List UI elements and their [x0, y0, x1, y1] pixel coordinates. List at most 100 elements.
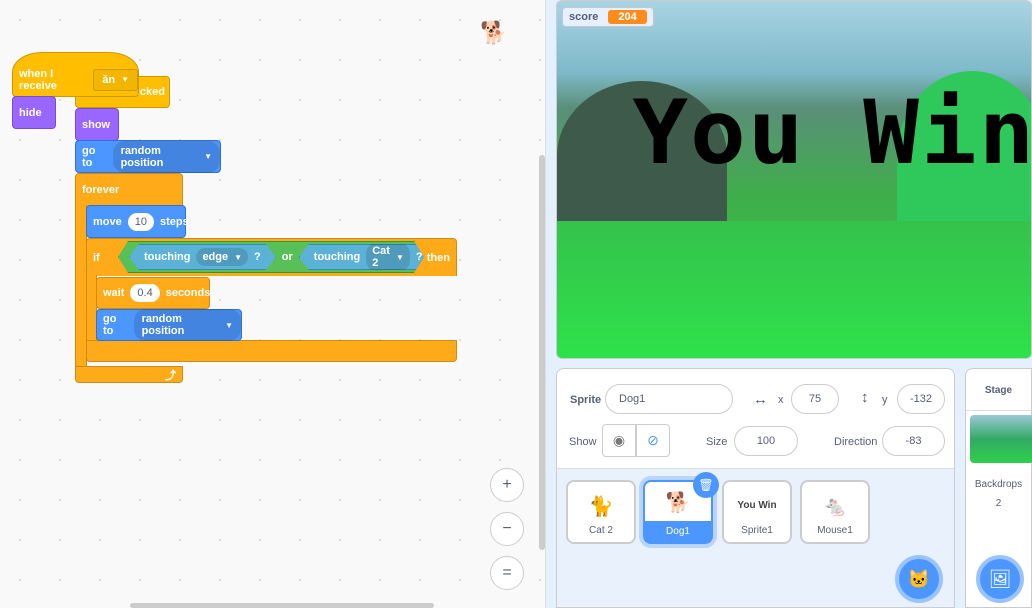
touching-edge-block[interactable]: touching edge ▼?: [129, 244, 276, 270]
sprite-label: Sprite: [570, 394, 602, 406]
loop-arrow-icon: ⤴: [165, 369, 176, 382]
touching-dropdown[interactable]: Cat 2 ▼: [366, 242, 410, 272]
touching-cat-block[interactable]: touching Cat 2 ▼?: [299, 244, 438, 270]
sprite-tile-dog1[interactable]: 🐕 Dog1 🗑: [643, 472, 719, 544]
touching-dropdown[interactable]: edge ▼: [196, 248, 248, 266]
y-arrows-icon: ↕: [861, 389, 869, 406]
dropdown-value: Cat 2: [372, 245, 390, 269]
go-to-dropdown[interactable]: random position ▼: [133, 309, 241, 341]
backdrops-count: 2: [995, 498, 1002, 509]
zoom-in-icon: +: [502, 476, 512, 493]
x-arrows-icon: ↔: [753, 391, 768, 408]
x-label: x: [778, 394, 784, 406]
field-value: -132: [909, 393, 933, 405]
if-bottom: [86, 340, 457, 362]
go-to-block[interactable]: go to random position ▼: [96, 309, 242, 341]
wait-block[interactable]: wait 0.4 seconds: [96, 277, 210, 309]
field-value: 75: [808, 393, 822, 405]
stage-pane[interactable]: Stage Backdrops 2 🖼: [965, 368, 1032, 608]
sprite-tile-name: Mouse1: [817, 525, 853, 536]
choose-backdrop-button[interactable]: 🖼: [976, 555, 1024, 603]
show-visible-button[interactable]: ◉: [602, 424, 636, 457]
dropdown-arrow-icon: ▼: [204, 152, 212, 161]
size-input[interactable]: 100: [734, 426, 798, 456]
block-label: steps: [160, 215, 189, 228]
dropdown-value: ǎn: [102, 73, 116, 86]
eye-icon: ◉: [612, 432, 626, 448]
y-input[interactable]: -132: [897, 384, 945, 414]
zoom-out-icon: −: [502, 520, 512, 537]
zoom-in-button[interactable]: +: [490, 468, 524, 502]
choose-sprite-button[interactable]: 🐱: [895, 555, 943, 603]
dog-thumbnail-icon: 🐕: [665, 492, 691, 514]
sprite-tile-name: Sprite1: [741, 525, 773, 536]
block-label: or: [281, 251, 293, 263]
score-monitor[interactable]: score 204: [562, 7, 654, 27]
message-dropdown[interactable]: ǎn ▼: [93, 68, 138, 91]
show-block[interactable]: show: [75, 108, 119, 141]
vertical-scrollbar[interactable]: [539, 155, 545, 550]
block-label: go to: [103, 313, 117, 337]
x-input[interactable]: 75: [791, 384, 839, 414]
cat-thumbnail-icon: 🐈: [588, 496, 614, 518]
sprite-tile-name: Cat 2: [589, 525, 613, 536]
zoom-out-button[interactable]: −: [490, 512, 524, 546]
go-to-block[interactable]: go to random position ▼: [75, 140, 221, 173]
block-label: ?: [254, 251, 261, 263]
show-hidden-button[interactable]: ⊘: [636, 424, 670, 457]
sprite-info-pane: Sprite Dog1 ↔ x 75 ↕ y -132 Show ◉ ⊘ Siz…: [556, 368, 955, 608]
sprite-tile-name: Dog1: [645, 521, 711, 542]
block-label: seconds: [165, 287, 211, 299]
block-label: when I receive: [19, 67, 57, 92]
y-label: y: [882, 394, 888, 406]
direction-input[interactable]: -83: [882, 426, 945, 456]
direction-label: Direction: [834, 436, 878, 448]
sprite-tile-sprite1[interactable]: You Win Sprite1: [722, 480, 792, 544]
delete-sprite-button[interactable]: 🗑: [693, 472, 719, 498]
forever-block[interactable]: forever: [75, 173, 183, 206]
sprite-tile-mouse1[interactable]: 🐁 Mouse1: [800, 480, 870, 544]
cat-add-icon: 🐱: [907, 568, 931, 589]
dropdown-arrow-icon: ▼: [234, 252, 243, 262]
block-label: hide: [19, 106, 42, 119]
block-label: then: [426, 251, 450, 264]
backdrops-label: Backdrops: [974, 479, 1023, 490]
dropdown-arrow-icon: ▼: [395, 252, 404, 262]
field-value: Dog1: [619, 393, 646, 405]
block-label: touching: [144, 251, 191, 263]
sprite-tile-cat-2[interactable]: 🐈 Cat 2: [566, 480, 636, 544]
wait-input[interactable]: 0.4: [130, 284, 160, 302]
you-win-text: You Win: [632, 81, 1032, 184]
sprite-name-input[interactable]: Dog1: [605, 384, 733, 414]
block-label: wait: [103, 287, 125, 299]
block-label: show: [82, 118, 111, 131]
trash-icon: 🗑: [698, 478, 714, 492]
or-block[interactable]: touching edge ▼? or touching Cat 2 ▼?: [118, 241, 424, 273]
hide-block[interactable]: hide: [12, 96, 56, 129]
dropdown-arrow-icon: ▼: [121, 75, 129, 84]
go-to-dropdown[interactable]: random position ▼: [112, 140, 220, 173]
zoom-reset-icon: =: [502, 564, 512, 581]
forever-bottom: ⤴: [75, 366, 183, 383]
show-label: Show: [569, 436, 597, 448]
dropdown-value: random position: [141, 313, 185, 337]
eye-slash-icon: ⊘: [647, 432, 659, 448]
field-value: -83: [905, 435, 922, 447]
move-block[interactable]: move 10 steps: [86, 205, 189, 238]
code-area[interactable]: 🐕 licked show go to random position ▼ fore…: [0, 0, 546, 608]
block-label: forever: [82, 184, 120, 196]
monitor-label: score: [569, 11, 599, 23]
stage-canvas[interactable]: You Win score 204: [556, 0, 1032, 359]
size-label: Size: [706, 436, 728, 448]
dropdown-value: random position: [120, 144, 164, 169]
dropdown-arrow-icon: ▼: [225, 320, 233, 330]
stage-title: Stage: [966, 369, 1031, 411]
mouse-thumbnail-icon: 🐁: [822, 496, 848, 518]
stage-thumbnail[interactable]: [970, 415, 1032, 463]
horizontal-scrollbar[interactable]: [130, 603, 434, 608]
zoom-reset-button[interactable]: =: [490, 556, 524, 590]
monitor-value: 204: [608, 10, 647, 24]
steps-input[interactable]: 10: [127, 212, 154, 231]
when-i-receive-block[interactable]: when I receive ǎn ▼: [12, 52, 139, 97]
block-label: touching: [313, 251, 361, 263]
